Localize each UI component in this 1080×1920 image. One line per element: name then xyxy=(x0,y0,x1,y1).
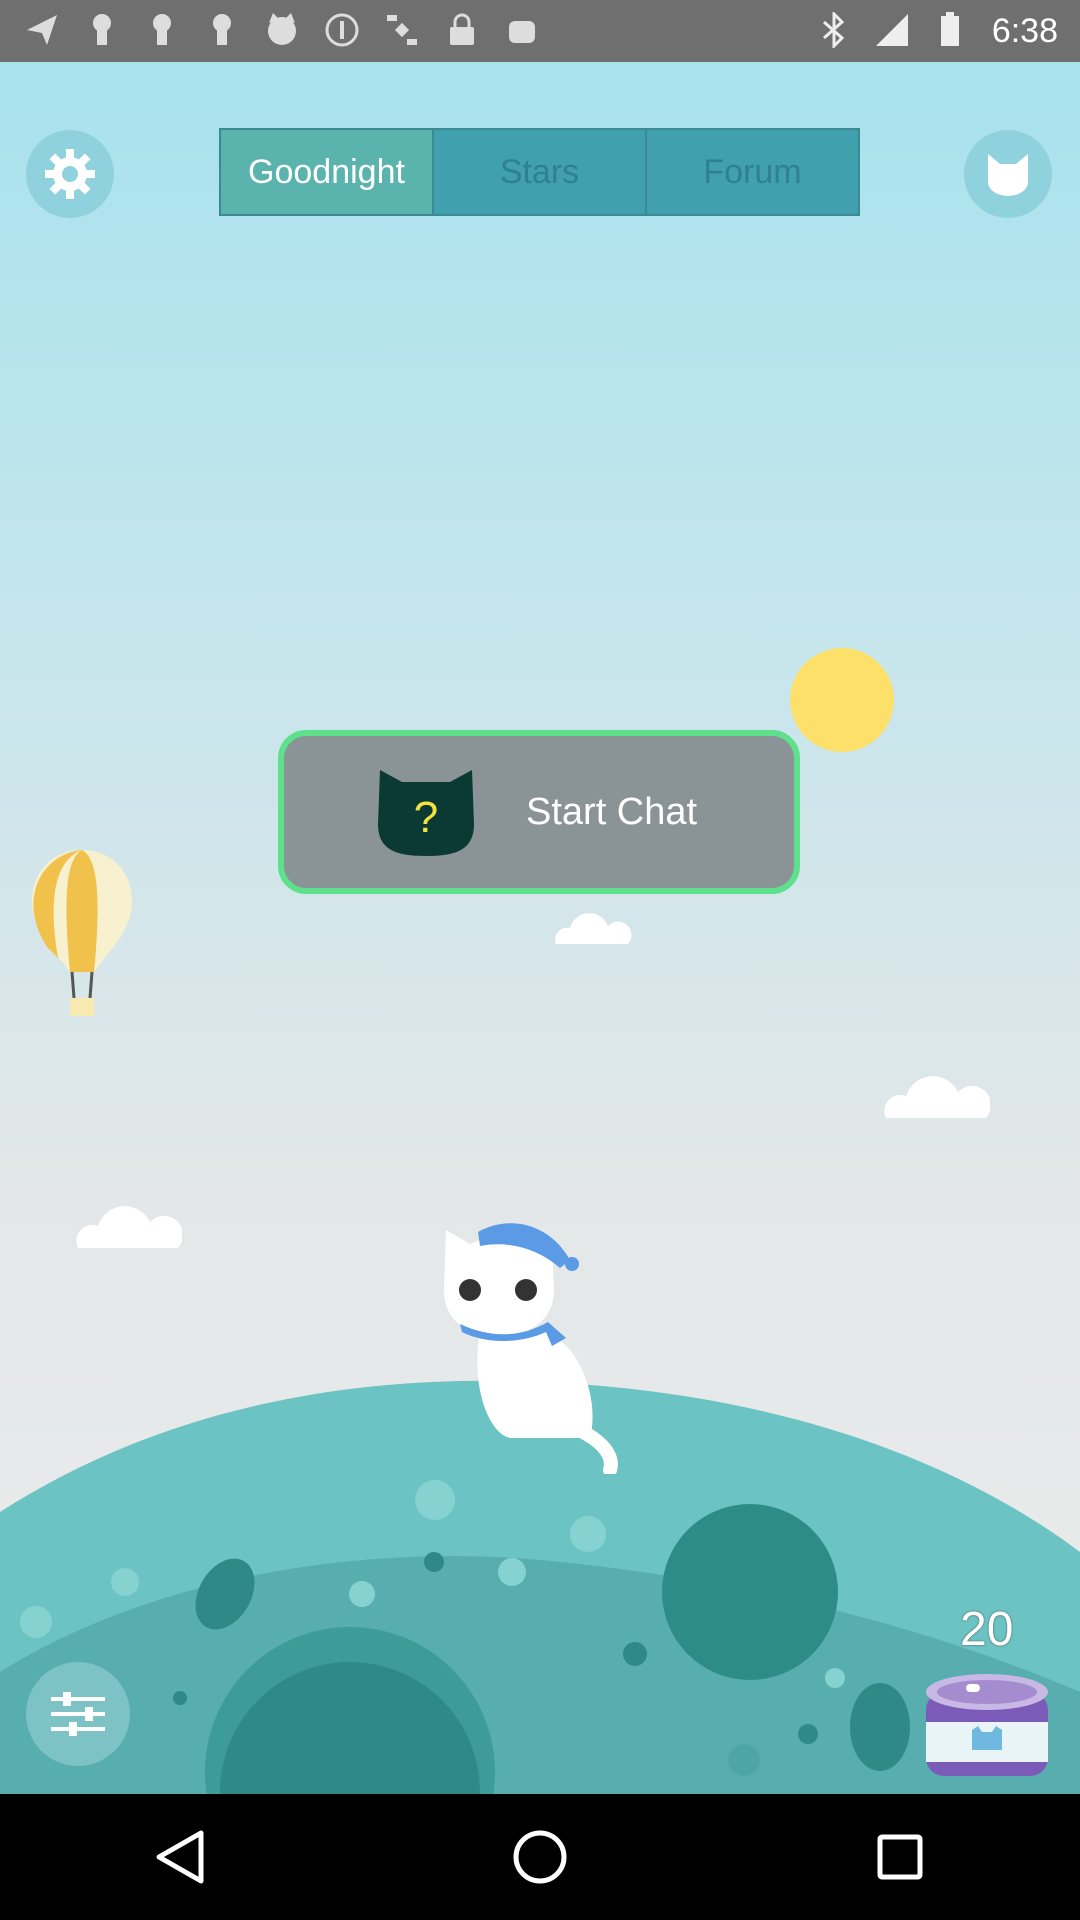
sleep-scene: Goodnight Stars Forum ? Start Chat 20 xyxy=(0,62,1080,1794)
cloud xyxy=(884,1076,990,1118)
notification-icons xyxy=(22,10,542,50)
cat-face-icon xyxy=(262,10,302,50)
status-bar: 6:38 xyxy=(0,0,1080,62)
navigation-bar xyxy=(0,1794,1080,1920)
cat-silhouette-question-icon: ? xyxy=(378,770,474,856)
lock-icon xyxy=(442,10,482,50)
clock: 6:38 xyxy=(991,12,1058,50)
info-circle-icon xyxy=(322,10,362,50)
satellite-icon xyxy=(382,10,422,50)
tab-goodnight[interactable]: Goodnight xyxy=(221,130,434,214)
cat-food-can-button[interactable] xyxy=(924,1672,1050,1780)
sound-mixer-button[interactable] xyxy=(26,1662,130,1766)
settings-button[interactable] xyxy=(26,130,114,218)
wifi-signal-icon xyxy=(872,10,912,50)
recents-button[interactable] xyxy=(855,1812,945,1902)
sliders-icon xyxy=(51,1692,105,1736)
back-button[interactable] xyxy=(135,1812,225,1902)
hot-air-balloon xyxy=(32,850,132,1016)
sun xyxy=(790,648,894,752)
cat-profile-button[interactable] xyxy=(964,130,1052,218)
keyhole-icon xyxy=(82,10,122,50)
battery-icon xyxy=(930,10,970,50)
bluetooth-icon xyxy=(814,10,854,50)
home-circle-icon xyxy=(513,1830,567,1884)
cloud xyxy=(555,913,632,944)
navigation-arrow-icon xyxy=(22,10,62,50)
start-chat-button[interactable]: ? Start Chat xyxy=(278,730,800,894)
home-button[interactable] xyxy=(495,1812,585,1902)
tab-forum[interactable]: Forum xyxy=(647,130,858,214)
tab-bar: Goodnight Stars Forum xyxy=(219,128,860,216)
cloud xyxy=(76,1206,182,1248)
gear-icon xyxy=(45,149,95,199)
keyhole-icon xyxy=(142,10,182,50)
sleeping-cat xyxy=(444,1223,618,1474)
system-icons xyxy=(814,10,970,50)
cat-head-icon xyxy=(988,154,1028,196)
recents-square-icon xyxy=(877,1834,923,1880)
android-icon xyxy=(502,10,542,50)
start-chat-label: Start Chat xyxy=(526,790,698,833)
back-triangle-icon xyxy=(156,1830,204,1884)
question-mark: ? xyxy=(414,793,438,842)
keyhole-icon xyxy=(202,10,242,50)
tab-stars[interactable]: Stars xyxy=(434,130,647,214)
food-count: 20 xyxy=(960,1603,1014,1656)
